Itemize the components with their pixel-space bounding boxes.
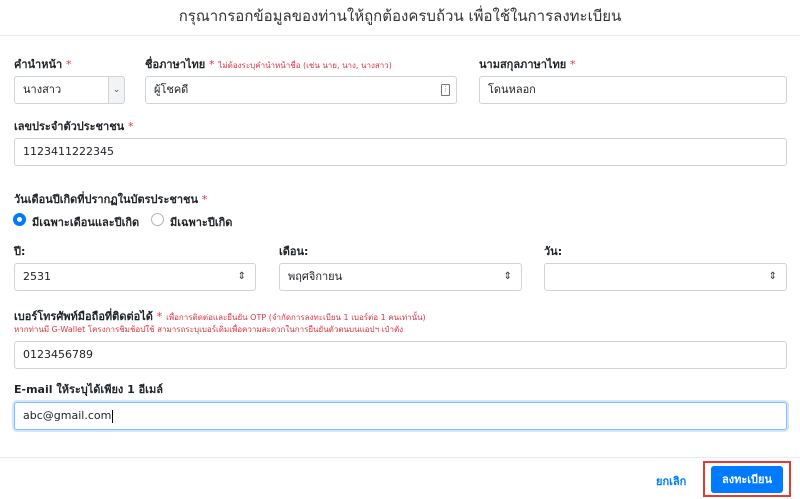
phone-note: เพื่อการติดต่อและยืนยัน OTP (จำกัดการลงท… bbox=[166, 313, 426, 322]
chevron-down-icon: ⌄ bbox=[108, 77, 124, 103]
email-input[interactable]: abc@gmail.com bbox=[14, 402, 787, 430]
radio-month-year[interactable] bbox=[13, 213, 26, 226]
last-name-label: นามสกุลภาษาไทย * bbox=[479, 55, 576, 73]
modal-title: กรุณากรอกข้อมูลของท่านให้ถูกต้องครบถ้วน … bbox=[178, 7, 622, 25]
email-value: abc@gmail.com bbox=[23, 409, 112, 422]
updown-arrows-icon: ⇕ bbox=[768, 271, 777, 282]
modal-header: กรุณากรอกข้อมูลของท่านให้ถูกต้องครบถ้วน … bbox=[0, 0, 800, 36]
id-card-label: เลขประจำตัวประชาชน * bbox=[14, 117, 134, 135]
id-card-input[interactable]: 1123411222345 bbox=[14, 138, 787, 166]
month-value: พฤศจิกายน bbox=[288, 270, 343, 283]
prefix-label-text: คำนำหน้า bbox=[14, 58, 63, 71]
birthdate-label-text: วันเดือนปีเกิดที่ปรากฏในบัตรประชาชน bbox=[14, 193, 198, 206]
text-caret bbox=[112, 409, 114, 423]
phone-input[interactable]: 0123456789 bbox=[14, 341, 787, 369]
required-mark: * bbox=[66, 58, 72, 71]
phone-note-gwallet: หากท่านมี G-Wallet โครงการชิมช้อปใช้ สาม… bbox=[14, 325, 404, 334]
first-name-label-text: ชื่อภาษาไทย bbox=[145, 58, 206, 71]
id-card-label-text: เลขประจำตัวประชาชน bbox=[14, 120, 125, 133]
year-label: ปี: bbox=[14, 245, 26, 258]
register-button[interactable]: ลงทะเบียน bbox=[711, 466, 783, 493]
radio-year-only-label: มีเฉพาะปีเกิด bbox=[170, 216, 233, 229]
first-name-label: ชื่อภาษาไทย * ไม่ต้องระบุคำนำหน้าชื่อ (เ… bbox=[145, 55, 392, 73]
first-name-value: ผู้โชคดี bbox=[154, 83, 189, 96]
last-name-value: โดนหลอก bbox=[488, 83, 536, 96]
cancel-button[interactable]: ยกเลิก bbox=[656, 472, 686, 490]
last-name-input[interactable]: โดนหลอก bbox=[479, 76, 787, 104]
required-mark: * bbox=[209, 58, 215, 71]
id-card-value: 1123411222345 bbox=[23, 145, 114, 158]
year-select[interactable]: 2531 ⇕ bbox=[14, 263, 256, 291]
required-mark: * bbox=[128, 120, 134, 133]
year-value: 2531 bbox=[23, 270, 51, 283]
prefix-select[interactable]: นางสาว ⌄ bbox=[14, 76, 125, 104]
radio-year-only[interactable] bbox=[151, 213, 164, 226]
updown-arrows-icon: ⇕ bbox=[503, 271, 512, 282]
month-select[interactable]: พฤศจิกายน ⇕ bbox=[279, 263, 522, 291]
month-label: เดือน: bbox=[279, 245, 309, 258]
modal-footer-divider bbox=[0, 457, 800, 458]
first-name-note: ไม่ต้องระบุคำนำหน้าชื่อ (เช่น นาย, นาง, … bbox=[218, 61, 392, 70]
first-name-input[interactable]: ผู้โชคดี ⋮ bbox=[145, 76, 457, 104]
phone-label-text: เบอร์โทรศัพท์มือถือที่ติดต่อได้ bbox=[14, 310, 153, 323]
last-name-label-text: นามสกุลภาษาไทย bbox=[479, 58, 567, 71]
updown-arrows-icon: ⇕ bbox=[237, 271, 246, 282]
day-label: วัน: bbox=[544, 245, 563, 258]
prefix-label: คำนำหน้า * bbox=[14, 55, 72, 73]
radio-month-year-label: มีเฉพาะเดือนและปีเกิด bbox=[32, 216, 140, 229]
birthdate-label: วันเดือนปีเกิดที่ปรากฏในบัตรประชาชน * bbox=[14, 190, 207, 208]
required-mark: * bbox=[201, 193, 208, 206]
day-select[interactable]: ⇕ bbox=[544, 263, 787, 291]
keypad-icon: ⋮ bbox=[441, 84, 450, 96]
prefix-value: นางสาว bbox=[23, 83, 62, 96]
required-mark: * bbox=[570, 58, 576, 71]
phone-value: 0123456789 bbox=[23, 348, 93, 361]
required-mark: * bbox=[156, 310, 163, 323]
email-label: E-mail ให้ระบุได้เพียง 1 อีเมล์ bbox=[14, 383, 163, 396]
